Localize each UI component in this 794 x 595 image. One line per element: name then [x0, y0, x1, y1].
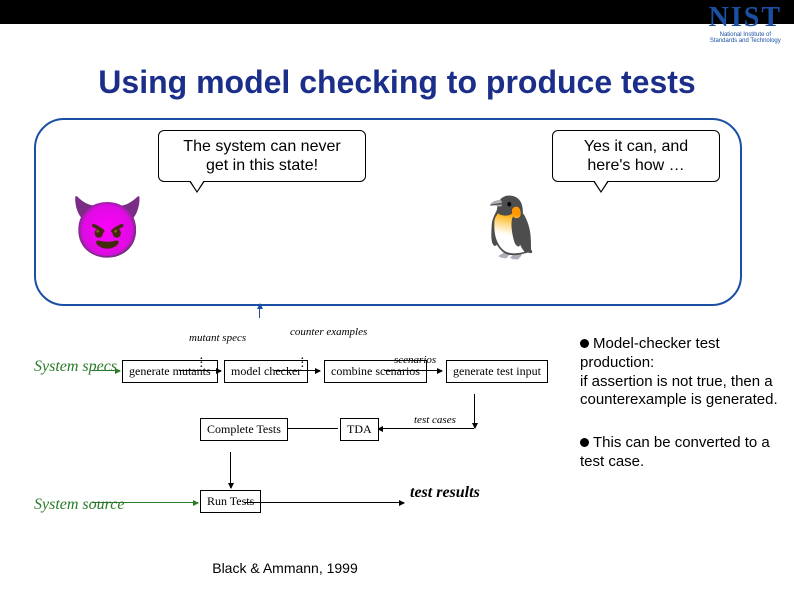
speech-left-text: The system can never get in this state!: [183, 138, 340, 174]
bullet-1: Model-checker test production: if assert…: [580, 335, 780, 410]
arrow-run-results: [244, 502, 404, 503]
slide-title: Using model checking to produce tests: [40, 64, 754, 101]
arrow-checker-combine: [274, 370, 320, 371]
penguin-mascot-icon: 🐧: [474, 198, 549, 258]
bullet-dot-icon: [580, 339, 589, 348]
flow-model-checker: model checker: [224, 360, 308, 383]
bullet-dot-icon: [580, 438, 589, 447]
arrow-source-run: [92, 502, 198, 503]
citation: Black & Ammann, 1999: [0, 560, 570, 576]
speech-right: Yes it can, and here's how …: [552, 130, 720, 182]
nist-logo: NIST National Institute of Standards and…: [709, 4, 782, 44]
bullet-list: Model-checker test production: if assert…: [580, 335, 780, 496]
flow-generate-test-input: generate test input: [446, 360, 548, 383]
speech-left: The system can never get in this state!: [158, 130, 366, 182]
flow-complete-tests: Complete Tests: [200, 418, 288, 441]
speech-right-text: Yes it can, and here's how …: [584, 138, 688, 174]
bullet-2-text: This can be converted to a test case.: [580, 434, 770, 470]
flow-counter-examples: counter examples: [290, 326, 367, 338]
arrow-mutants-checker: [179, 370, 221, 371]
flow-tda: TDA: [340, 418, 379, 441]
nist-logo-text: NIST: [709, 4, 782, 32]
top-black-strip: [0, 0, 794, 24]
arrow-to-illustration: [259, 304, 260, 318]
flow-mutant-specs: mutant specs: [189, 332, 246, 344]
arrow-specs-mutants: [92, 370, 120, 371]
arrow-combine-generate: [384, 370, 442, 371]
flow-scenarios: scenarios: [394, 354, 436, 366]
arrow-generate-tda-down: [474, 394, 475, 428]
illustration-frame: The system can never get in this state! …: [34, 118, 742, 306]
flow-test-results: test results: [410, 484, 480, 502]
devil-mascot-icon: 😈: [70, 198, 145, 258]
bullet-1-text: Model-checker test production: if assert…: [580, 335, 778, 408]
flow-test-cases: test cases: [414, 414, 456, 426]
flow-diagram: System specs generate mutants mutant spe…: [34, 318, 570, 550]
arrow-complete-run: [230, 452, 231, 488]
arrow-tests-tda: [378, 428, 474, 429]
dots-1: ···: [199, 358, 204, 370]
bullet-2: This can be converted to a test case.: [580, 434, 780, 472]
flow-system-source: System source: [34, 496, 125, 514]
dots-2: ···: [300, 358, 305, 370]
nist-tagline-2: Standards and Technology: [709, 38, 782, 44]
flow-system-specs: System specs: [34, 358, 117, 376]
